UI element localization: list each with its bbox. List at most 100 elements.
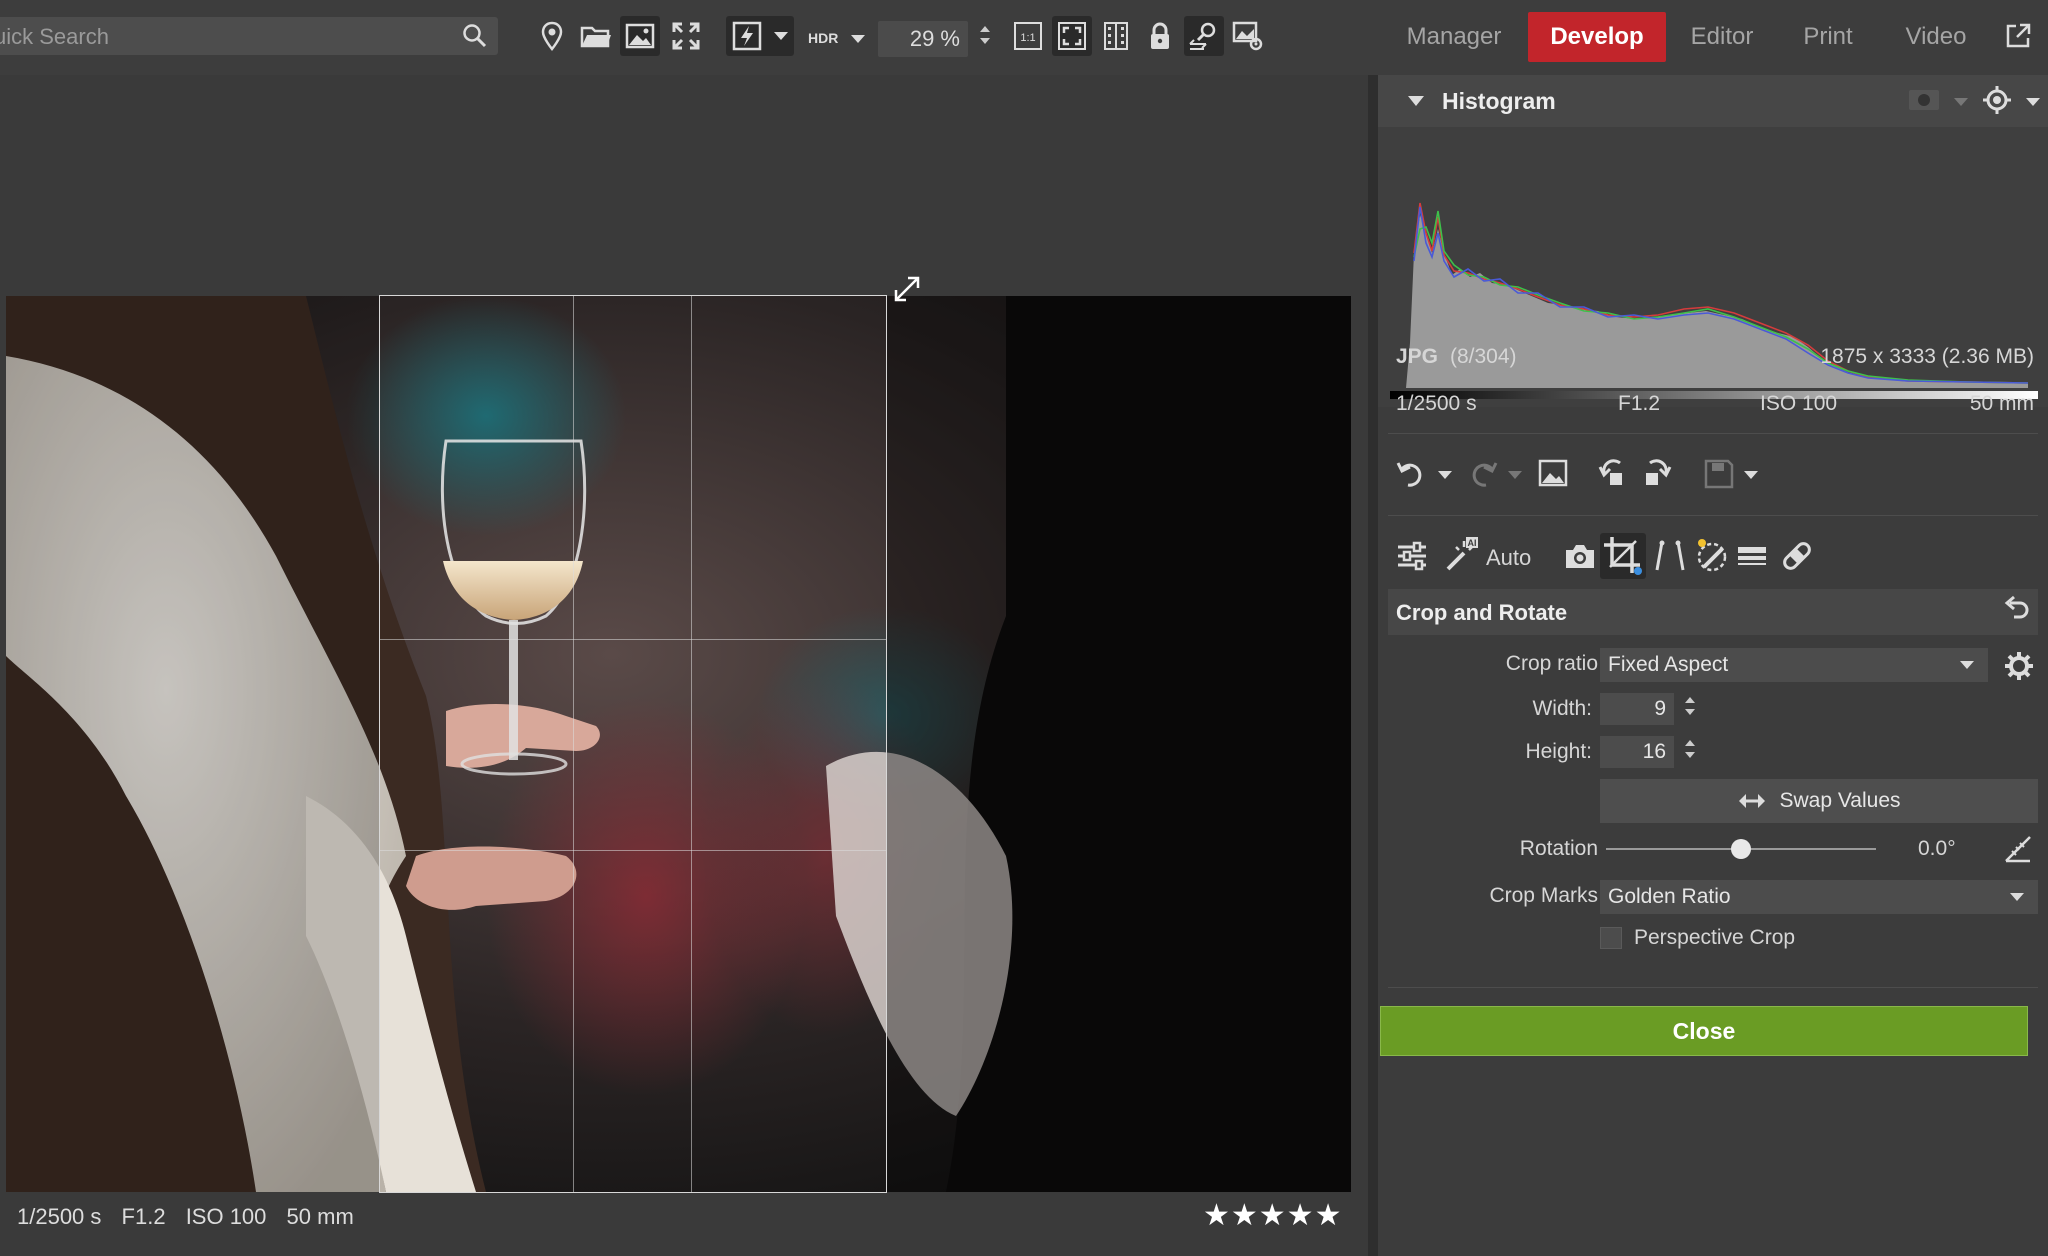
- gear-icon[interactable]: [2004, 651, 2034, 681]
- tab-video[interactable]: Video: [1894, 12, 1978, 62]
- image-icon[interactable]: [620, 16, 660, 56]
- tab-editor[interactable]: Editor: [1682, 12, 1762, 62]
- rotation-value[interactable]: 0.0°: [1918, 837, 1956, 861]
- gradient-filter-icon[interactable]: [1736, 541, 1768, 571]
- photo-exif-bar: 1/2500 s F1.2 ISO 100 50 mm: [17, 1204, 368, 1230]
- iso: ISO 100: [1760, 392, 1838, 415]
- focal-length: 50 mm: [286, 1204, 354, 1229]
- shutter-speed: 1/2500 s: [17, 1204, 102, 1229]
- zoom-field[interactable]: 29 %: [878, 21, 968, 57]
- crop-marks-select[interactable]: Golden Ratio: [1600, 880, 2038, 914]
- width-stepper[interactable]: [1683, 695, 1697, 717]
- chevron-down-icon[interactable]: [1438, 471, 1452, 479]
- hdr-label[interactable]: HDR: [808, 30, 838, 46]
- svg-text:1:1: 1:1: [1020, 32, 1035, 44]
- crop-marks-label: Crop Marks: [1489, 884, 1598, 907]
- straighten-ruler-icon[interactable]: [2002, 833, 2034, 865]
- crop-ratio-select[interactable]: Fixed Aspect: [1600, 648, 1988, 682]
- tab-manager[interactable]: Manager: [1396, 12, 1512, 62]
- crop-grid-line: [691, 296, 692, 1192]
- right-panel: Histogram JPG (8/304) 1875 x 3333 (2.36 …: [1368, 75, 2048, 1256]
- iso: ISO 100: [185, 1204, 267, 1229]
- crop-grid-line: [380, 850, 886, 851]
- width-label: Width:: [1532, 697, 1592, 720]
- height-stepper[interactable]: [1683, 738, 1697, 760]
- collapse-triangle-icon[interactable]: [1408, 96, 1424, 106]
- rotation-slider-thumb[interactable]: [1731, 839, 1751, 859]
- adjustments-icon[interactable]: [1396, 541, 1428, 571]
- perspective-crop-label[interactable]: Perspective Crop: [1634, 926, 1795, 950]
- star-rating[interactable]: ★★★★★: [1203, 1198, 1342, 1233]
- histogram-title: Histogram: [1442, 88, 1556, 114]
- compare-icon[interactable]: [1096, 16, 1136, 56]
- bandage-heal-icon[interactable]: [1780, 539, 1814, 573]
- shutter-speed: 1/2500 s: [1396, 392, 1477, 415]
- chevron-down-icon: [774, 32, 788, 40]
- histogram-settings-icon[interactable]: [1982, 85, 2012, 115]
- chevron-down-icon[interactable]: [1954, 98, 1968, 106]
- retouch-brush-icon[interactable]: [1694, 537, 1730, 573]
- svg-text:AI: AI: [1468, 538, 1477, 548]
- camera-icon[interactable]: [1564, 541, 1596, 571]
- lock-icon[interactable]: [1140, 16, 1180, 56]
- rotation-label: Rotation: [1519, 837, 1598, 860]
- auto-button[interactable]: Auto: [1486, 545, 1531, 571]
- crop-marks-value: Golden Ratio: [1608, 885, 1731, 908]
- chevron-down-icon: [1960, 661, 1974, 669]
- zoom-stepper[interactable]: [978, 24, 992, 46]
- one-to-one-icon[interactable]: 1:1: [1008, 16, 1048, 56]
- aperture: F1.2: [1618, 392, 1661, 415]
- zoom-fit-icon[interactable]: [1052, 16, 1092, 56]
- search-icon[interactable]: [462, 23, 488, 49]
- ai-magic-wand-icon[interactable]: AI: [1444, 537, 1480, 573]
- undo-icon[interactable]: [1396, 457, 1428, 489]
- folder-open-icon[interactable]: [576, 16, 616, 56]
- rotate-right-icon[interactable]: [1640, 457, 1672, 489]
- height-label: Height:: [1525, 740, 1592, 763]
- fullscreen-icon[interactable]: [666, 16, 706, 56]
- crop-ratio-value: Fixed Aspect: [1608, 653, 1729, 676]
- image-icon[interactable]: [1538, 459, 1568, 487]
- file-index: (8/304): [1450, 345, 1517, 368]
- height-field[interactable]: 16: [1600, 736, 1674, 768]
- close-button[interactable]: Close: [1380, 1006, 2028, 1056]
- perspective-icon[interactable]: [1654, 539, 1686, 573]
- chevron-down-icon[interactable]: [851, 35, 865, 43]
- redo-icon[interactable]: [1466, 457, 1498, 489]
- save-icon[interactable]: [1704, 459, 1734, 489]
- reset-arrow-icon[interactable]: [2002, 595, 2030, 623]
- image-settings-icon[interactable]: [1228, 16, 1268, 56]
- search-input[interactable]: uick Search: [0, 24, 109, 50]
- aperture: F1.2: [121, 1204, 166, 1229]
- divider: [1388, 987, 2038, 988]
- swap-arrows-icon: [1737, 792, 1767, 810]
- crop-frame[interactable]: [379, 295, 887, 1193]
- chevron-down-icon: [2010, 893, 2024, 901]
- divider: [1388, 433, 2038, 434]
- location-pin-icon[interactable]: [532, 16, 572, 56]
- crop-ratio-label: Crop ratio: [1505, 652, 1598, 675]
- width-field[interactable]: 9: [1600, 693, 1674, 725]
- chevron-down-icon[interactable]: [1744, 471, 1758, 479]
- resize-arrow-icon[interactable]: [890, 272, 924, 306]
- zoom-person-icon[interactable]: [1184, 16, 1224, 56]
- flash-auto-icon: [732, 21, 762, 51]
- swap-values-button[interactable]: Swap Values: [1600, 779, 2038, 823]
- file-dimensions: 1875 x 3333 (2.36 MB): [1820, 345, 2034, 368]
- tab-print[interactable]: Print: [1790, 12, 1866, 62]
- tab-develop[interactable]: Develop: [1528, 12, 1666, 62]
- crop-grid-line: [573, 296, 574, 1192]
- crop-rotate-title: Crop and Rotate: [1396, 600, 1568, 625]
- quick-fix-dropdown[interactable]: [726, 16, 794, 56]
- external-link-icon[interactable]: [1998, 16, 2038, 56]
- quick-search-field[interactable]: uick Search: [0, 17, 498, 55]
- chevron-down-icon[interactable]: [1508, 471, 1522, 479]
- swap-values-label: Swap Values: [1779, 789, 1901, 812]
- crop-tool-icon[interactable]: [1600, 533, 1646, 579]
- perspective-crop-checkbox[interactable]: [1600, 927, 1622, 949]
- chevron-down-icon[interactable]: [2026, 98, 2040, 106]
- camera-toggle-icon[interactable]: [1908, 89, 1940, 111]
- top-toolbar: uick Search HDR 29 % 1:1 Manager Develop…: [0, 0, 2048, 75]
- crop-grid-line: [380, 639, 886, 640]
- rotate-left-icon[interactable]: [1598, 457, 1630, 489]
